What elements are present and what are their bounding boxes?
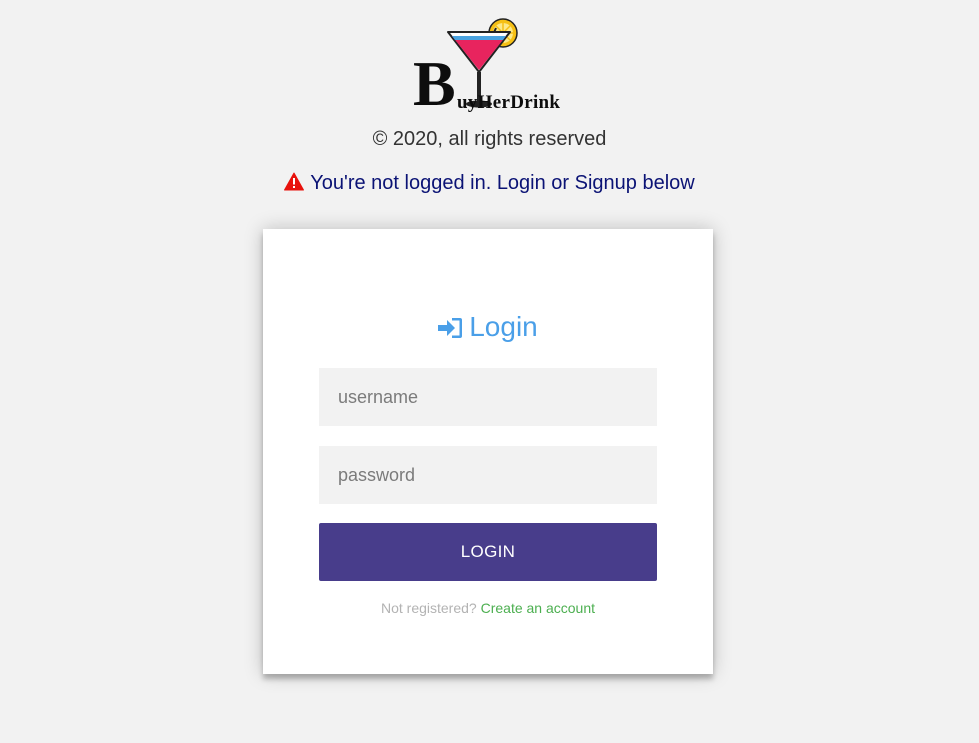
warning-triangle-icon (284, 172, 305, 197)
sign-in-icon (438, 312, 463, 348)
alert-text: You're not logged in. Login or Signup be… (310, 172, 695, 194)
login-title: Login (263, 309, 713, 348)
register-prompt-text: Not registered? (380, 600, 477, 616)
create-account-link[interactable]: Create an account (481, 600, 595, 616)
login-page: B uyHerDrink © 2020, all rights reserved… (0, 0, 979, 743)
not-logged-in-alert: You're not logged in. Login or Signup be… (0, 172, 979, 197)
username-input[interactable] (319, 368, 657, 426)
login-title-text: Login (469, 311, 538, 342)
buyherdrink-logo: B uyHerDrink (410, 16, 570, 120)
register-prompt: Not registered? Create an account (263, 600, 713, 616)
login-card: Login LOGIN Not registered? Create an ac… (263, 229, 713, 674)
logo-big-letter: B (413, 48, 456, 119)
password-input[interactable] (319, 446, 657, 504)
login-button[interactable]: LOGIN (319, 523, 657, 581)
logo-wordmark: uyHerDrink (457, 92, 561, 113)
copyright-text: © 2020, all rights reserved (372, 128, 607, 150)
